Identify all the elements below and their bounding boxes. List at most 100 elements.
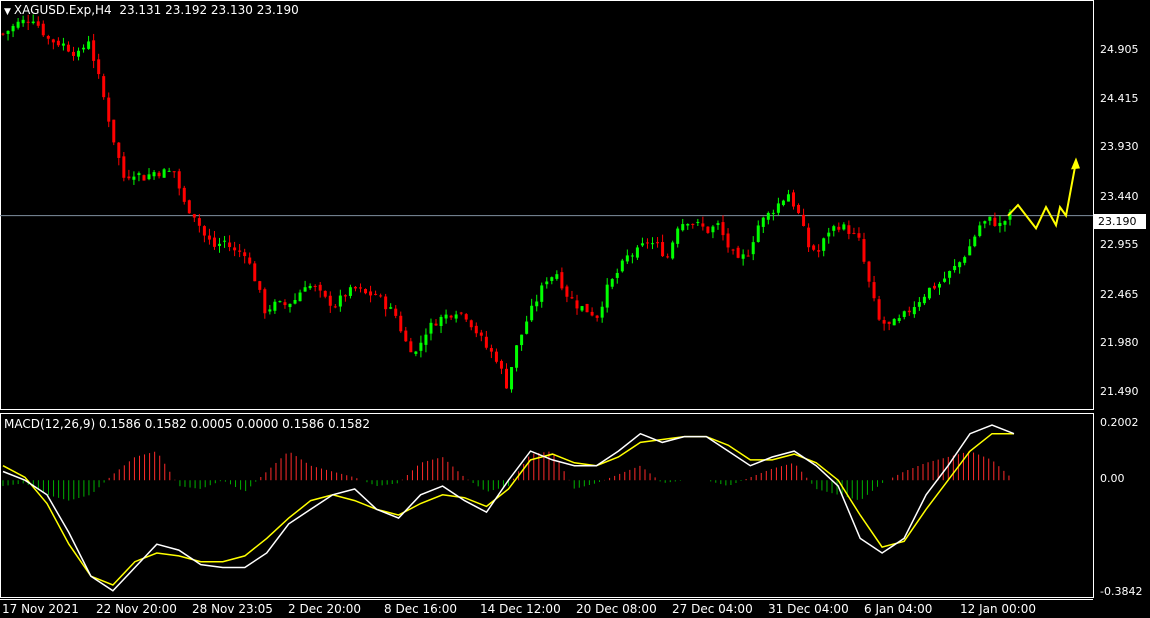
candle-body [530, 305, 534, 321]
candle-body [676, 228, 680, 244]
candle-body [167, 170, 171, 172]
candle-body [605, 284, 609, 308]
candle-body [771, 212, 775, 214]
candle-body [625, 255, 629, 262]
candle-body [288, 303, 292, 308]
candle-body [429, 322, 433, 334]
candle-body [505, 368, 508, 389]
candle-body [399, 315, 403, 332]
candle-body [404, 330, 408, 342]
candle-body [449, 315, 453, 318]
candle-body [721, 222, 725, 236]
candle-body [595, 315, 599, 318]
candle-body [822, 238, 826, 251]
candle-body [887, 321, 891, 324]
candle-body [867, 261, 871, 282]
candle-body [182, 187, 186, 202]
candle-body [510, 366, 514, 390]
candle-body [92, 40, 96, 61]
candle-body [696, 221, 700, 223]
candle-body [746, 255, 750, 257]
candle-body [66, 44, 70, 52]
time-tick: 6 Jan 04:00 [864, 602, 933, 616]
candle-body [308, 285, 312, 289]
candle-body [550, 277, 554, 281]
candle-body [802, 214, 806, 226]
candle-body [268, 309, 272, 312]
candle-body [127, 176, 131, 179]
candle-body [212, 237, 216, 247]
candle-body [243, 252, 247, 257]
candle-body [409, 341, 413, 353]
candle-body [545, 281, 549, 285]
candle-body [16, 21, 20, 28]
candle-body [21, 19, 25, 24]
candle-body [580, 306, 584, 311]
candle-body [560, 272, 564, 289]
time-tick: 22 Nov 20:00 [96, 602, 177, 616]
candle-body [776, 203, 780, 213]
candle-body [701, 223, 705, 227]
candle-body [827, 232, 831, 237]
candle-body [661, 242, 665, 257]
macd-line [2, 424, 1015, 592]
main-pane-frame [0, 0, 1094, 410]
candle-body [117, 142, 121, 158]
candle-body [283, 302, 287, 306]
time-tick: 28 Nov 23:05 [192, 602, 273, 616]
candle-body [107, 97, 111, 122]
candle-body [943, 278, 947, 282]
candle-body [817, 250, 821, 252]
candle-body [313, 285, 317, 287]
candle-body [379, 295, 383, 297]
candle-body [645, 242, 649, 244]
candle-body [192, 214, 196, 218]
candle-body [348, 287, 352, 296]
macd-label: MACD(12,26,9) 0.1586 0.1582 0.0005 0.000… [4, 417, 370, 431]
candle-body [333, 306, 337, 308]
candle-body [565, 286, 569, 297]
candle-body [620, 260, 624, 272]
time-tick: 2 Dec 20:00 [288, 602, 362, 616]
candle-body [374, 293, 378, 295]
candle-body [77, 50, 81, 57]
candle-body [953, 265, 957, 271]
candle-body [202, 226, 206, 236]
candle-body [927, 287, 931, 299]
candle-body [132, 176, 136, 180]
symbol-label: XAGUSD.Exp,H4 [13, 3, 112, 17]
candle-body [263, 289, 267, 314]
price-tick: 22.465 [1100, 288, 1139, 301]
candle-body [218, 243, 222, 246]
candle-body [882, 320, 886, 324]
candle-body [484, 336, 488, 348]
candle-body [786, 194, 790, 202]
candle-body [434, 323, 438, 326]
candle-body [877, 299, 881, 320]
time-tick: 27 Dec 04:00 [672, 602, 753, 616]
candle-body [358, 287, 362, 289]
time-tick: 12 Jan 00:00 [960, 602, 1036, 616]
macd-axis-bottom: -0.3842 [1100, 585, 1143, 598]
candle-body [82, 47, 86, 50]
candle-body [343, 295, 347, 297]
candle-body [948, 271, 952, 278]
candle-body [303, 287, 307, 292]
candle-body [515, 345, 519, 368]
collapse-triangle-icon[interactable]: ▼ [4, 7, 11, 17]
candle-body [6, 30, 10, 34]
candle-body [273, 301, 277, 311]
candle-body [323, 290, 327, 297]
candle-body [852, 232, 856, 234]
candle-body [993, 217, 997, 227]
candle-body [635, 247, 639, 258]
candle-body [892, 318, 896, 326]
macd-axis-top: 0.2002 [1100, 416, 1139, 429]
candle-body [520, 334, 524, 346]
candle-body [389, 307, 393, 309]
candle-body [207, 235, 211, 240]
candle-body [540, 285, 544, 302]
candle-body [857, 233, 861, 238]
candle-body [797, 204, 801, 214]
price-tick: 24.415 [1100, 92, 1139, 105]
